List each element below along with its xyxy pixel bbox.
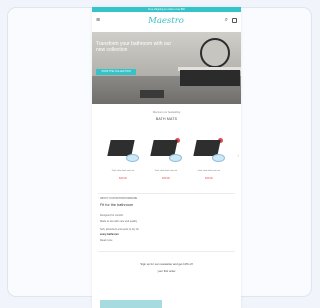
section-divider [98, 251, 235, 252]
product-card[interactable]: Dark slate bath mat set $39.00 [190, 135, 228, 185]
hero-mirror [200, 38, 230, 68]
hero-cta-button[interactable]: SHOP THE COLLECTION [96, 69, 136, 75]
read-more-link[interactable]: Read more [100, 239, 112, 242]
hero-headline: Transform your bathroom with our new col… [96, 41, 172, 53]
info-line: Soft, absorbent and quick to dry for [100, 228, 139, 231]
info-line: every bathroom [100, 233, 119, 236]
product-name: Dark slate bath mat set [154, 170, 178, 172]
site-header: ≡ Maestro ⌕ [92, 13, 241, 29]
product-logo [126, 154, 139, 162]
product-price: $39.00 [205, 177, 213, 180]
hero-cabinet [180, 70, 240, 86]
info-line: Designed for comfort [100, 214, 124, 217]
newsletter-text: your first order [157, 269, 176, 273]
product-price: $39.00 [119, 177, 127, 180]
announcement-bar: Free shipping on orders over $50 [92, 7, 241, 12]
product-logo [169, 154, 182, 162]
product-image [193, 138, 225, 162]
product-name: Dark slate bath mat set [197, 170, 221, 172]
chevron-right-icon[interactable]: › [237, 153, 239, 159]
product-image [150, 138, 182, 162]
cart-icon[interactable] [232, 18, 237, 23]
info-title: Fit for the bathroom [100, 203, 134, 207]
search-icon[interactable]: ⌕ [225, 17, 228, 24]
product-card[interactable]: Dark slate bath mat set $39.00 [104, 135, 142, 185]
newsletter-button[interactable] [100, 300, 162, 308]
section-divider [98, 193, 235, 194]
info-line: Made to last with care and quality [100, 220, 138, 223]
bestsellers-kicker: Discover our bestselling [152, 111, 181, 114]
mobile-page-preview: Free shipping on orders over $50 ≡ Maest… [92, 7, 241, 308]
product-logo [212, 154, 225, 162]
product-card[interactable]: Dark slate bath mat set $39.00 [147, 135, 185, 185]
bestsellers-title: BATH MATS [155, 117, 178, 121]
menu-icon[interactable]: ≡ [96, 17, 100, 24]
hero-banner: Transform your bathroom with our new col… [92, 32, 241, 104]
hero-bath-mat [140, 90, 164, 98]
info-kicker: ABOUT OUR BATHROOMWARE [100, 197, 138, 200]
brand-logo[interactable]: Maestro [136, 16, 196, 26]
newsletter-text: Sign up for our newsletter and get 10% o… [140, 262, 193, 266]
product-name: Dark slate bath mat set [111, 170, 135, 172]
product-price: $39.00 [162, 177, 170, 180]
product-image [107, 138, 139, 162]
